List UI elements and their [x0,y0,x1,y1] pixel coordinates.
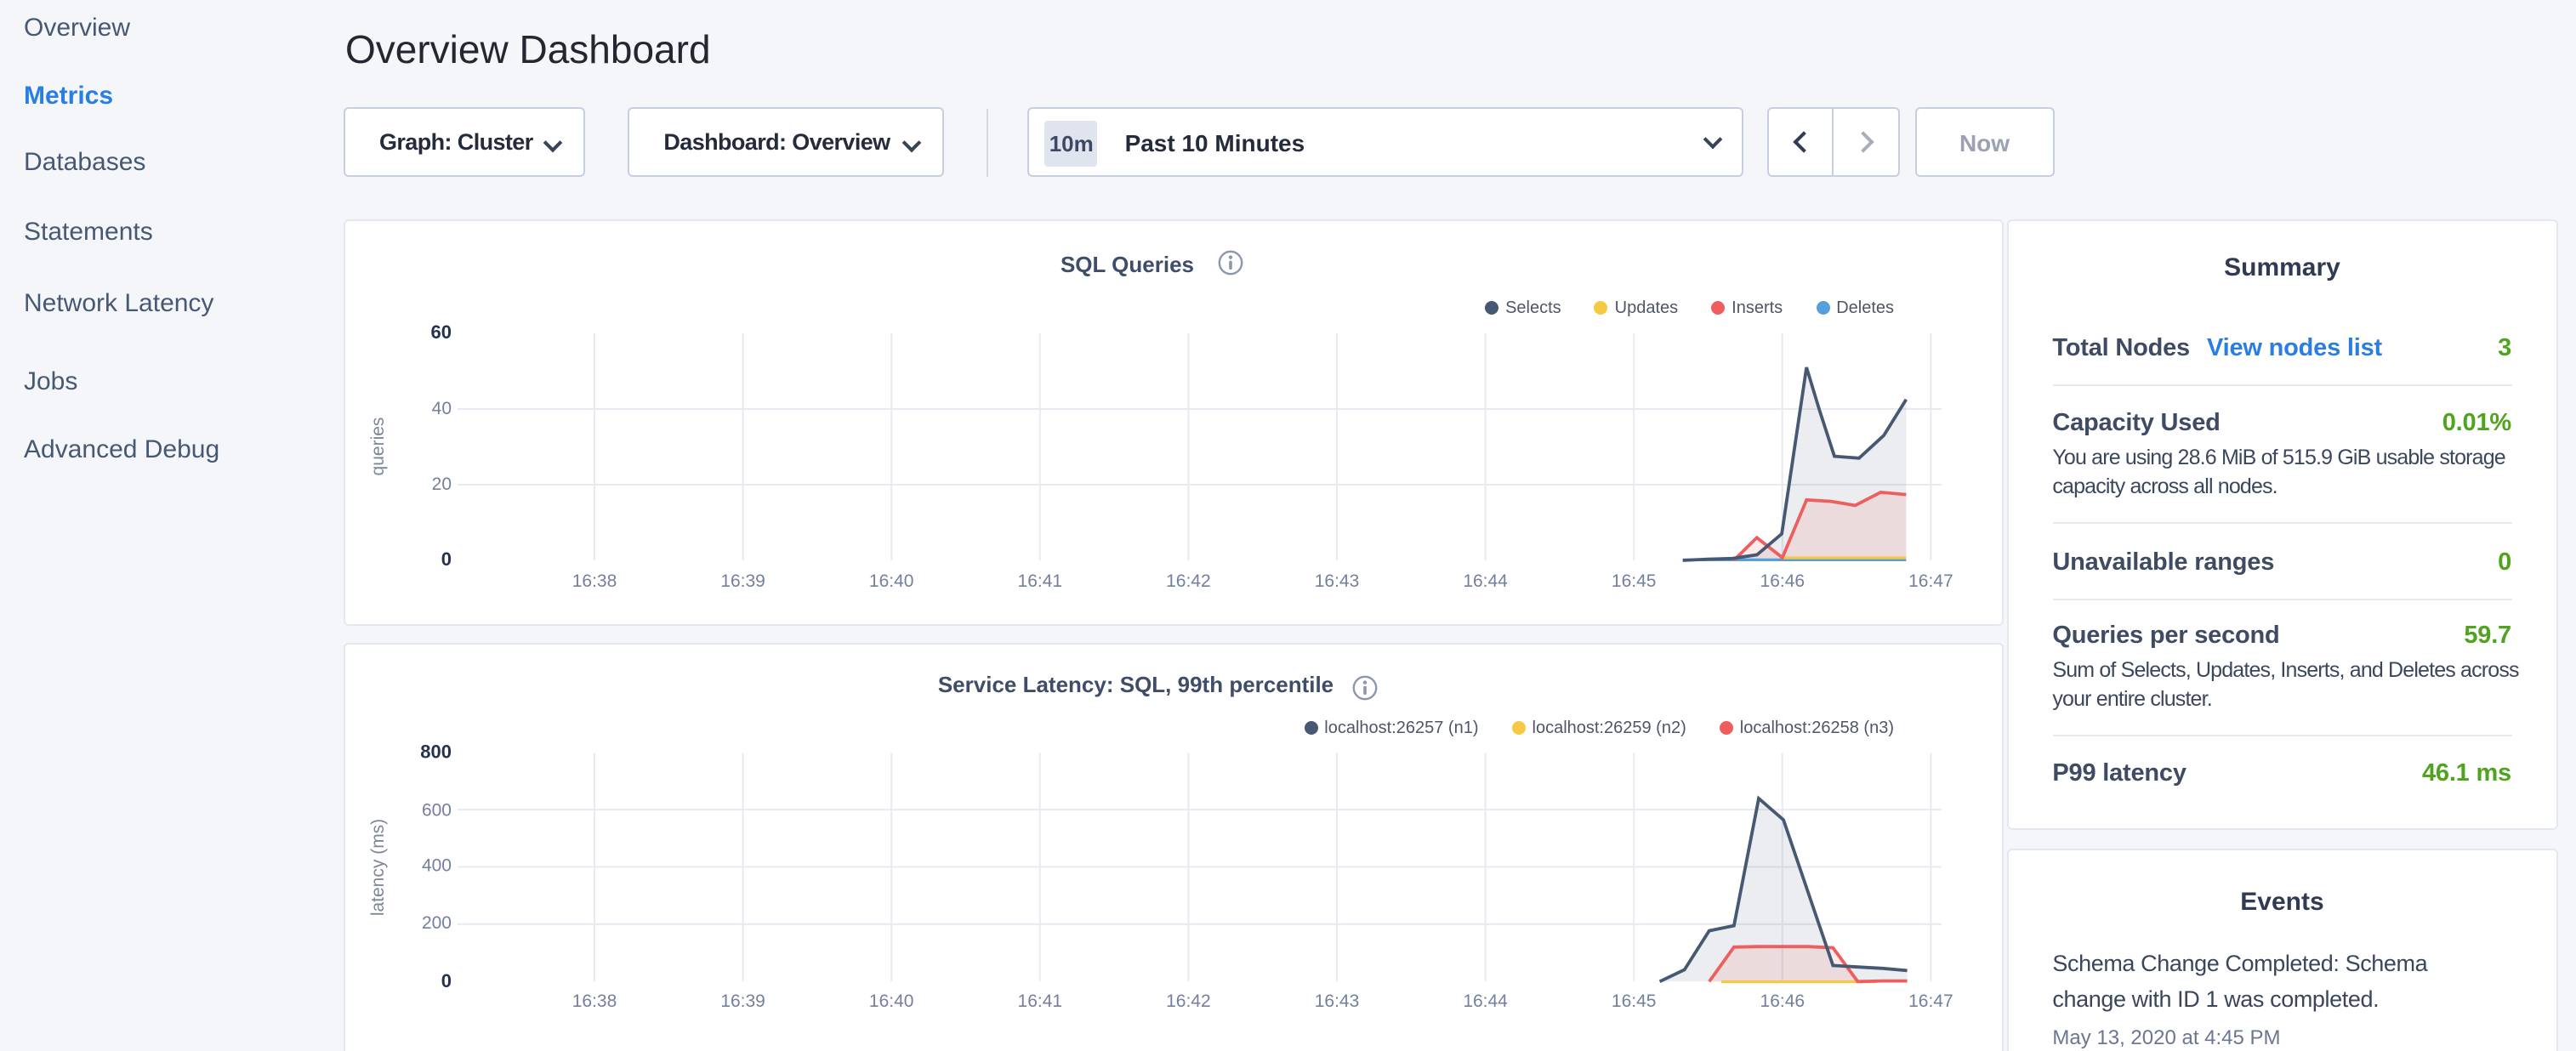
svg-text:16:44: 16:44 [1462,991,1507,1011]
svg-text:16:44: 16:44 [1462,571,1507,591]
svg-text:16:40: 16:40 [868,571,913,591]
svg-text:16:42: 16:42 [1165,571,1210,591]
svg-text:60: 60 [430,321,451,343]
svg-text:800: 800 [419,741,451,762]
svg-text:queries: queries [367,418,387,476]
svg-text:400: 400 [421,855,451,875]
svg-text:16:41: 16:41 [1017,991,1062,1011]
svg-text:0: 0 [441,969,451,991]
svg-text:16:38: 16:38 [571,571,617,591]
svg-text:40: 40 [431,399,451,418]
svg-text:16:43: 16:43 [1314,991,1359,1011]
svg-text:0: 0 [441,548,451,570]
svg-text:16:46: 16:46 [1760,571,1805,591]
svg-text:16:41: 16:41 [1017,571,1062,591]
svg-text:16:46: 16:46 [1760,991,1805,1011]
svg-text:16:39: 16:39 [719,991,765,1011]
svg-text:600: 600 [421,800,451,820]
svg-text:16:45: 16:45 [1611,571,1656,591]
svg-text:200: 200 [421,912,451,932]
svg-text:latency (ms): latency (ms) [367,818,387,915]
svg-text:16:40: 16:40 [868,991,913,1011]
svg-text:16:47: 16:47 [1908,991,1953,1011]
svg-text:16:43: 16:43 [1314,571,1359,591]
svg-text:16:42: 16:42 [1165,991,1210,1011]
svg-text:16:38: 16:38 [571,991,617,1011]
svg-text:16:39: 16:39 [719,571,765,591]
svg-text:16:47: 16:47 [1908,571,1953,591]
svg-text:20: 20 [431,474,451,494]
svg-text:16:45: 16:45 [1611,991,1656,1011]
